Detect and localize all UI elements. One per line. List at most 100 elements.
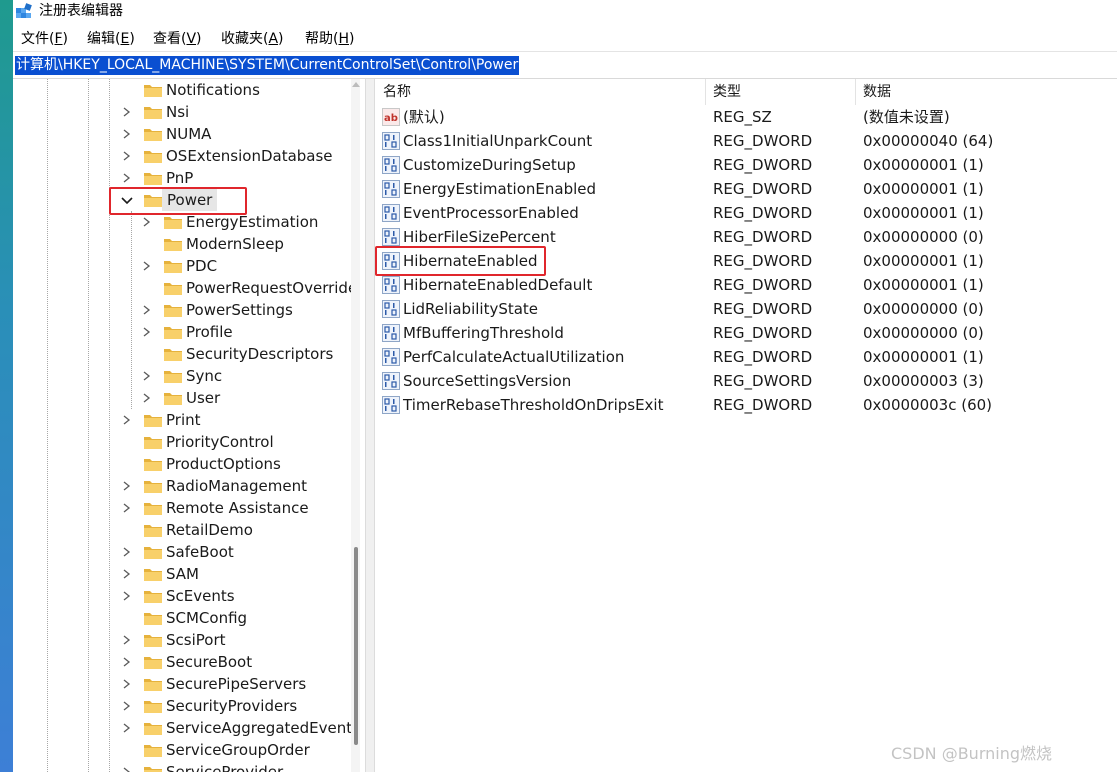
folder-icon xyxy=(143,522,163,538)
chevron-right-icon[interactable] xyxy=(121,588,133,604)
tree-scrollbar[interactable] xyxy=(351,79,360,772)
value-data: 0x00000000 (0) xyxy=(863,228,984,246)
folder-icon xyxy=(163,236,183,252)
chevron-right-icon[interactable] xyxy=(121,676,133,692)
chevron-right-icon[interactable] xyxy=(141,214,153,230)
folder-icon xyxy=(163,258,183,274)
folder-icon xyxy=(143,478,163,494)
tree-node-label: Remote Assistance xyxy=(166,499,309,517)
value-name: MfBufferingThreshold xyxy=(403,324,564,342)
chevron-right-icon[interactable] xyxy=(121,412,133,428)
tree-node-label: SafeBoot xyxy=(166,543,234,561)
menu-favorites-accelerator: A xyxy=(268,31,279,47)
chevron-right-icon[interactable] xyxy=(121,698,133,714)
chevron-right-icon[interactable] xyxy=(141,324,153,340)
value-row[interactable]: HibernateEnabled REG_DWORD 0x00000001 (1) xyxy=(375,246,1117,276)
chevron-right-icon[interactable] xyxy=(121,104,133,120)
tree-node-label: ServiceGroupOrder xyxy=(166,741,310,759)
folder-icon xyxy=(143,170,163,186)
menu-edit-paren: ) xyxy=(129,31,135,47)
address-bar[interactable]: 计算机\HKEY_LOCAL_MACHINE\SYSTEM\CurrentCon… xyxy=(13,51,1117,79)
values-list[interactable]: 名称 类型 数据 ab (默认) REG_SZ (数值未设置) Class1Initia… xyxy=(375,79,1117,772)
key-tree[interactable]: Notifications Nsi NUMA OSExtensionDatabase P… xyxy=(13,79,360,772)
chevron-right-icon[interactable] xyxy=(141,390,153,406)
tree-node-label: ModernSleep xyxy=(186,235,284,253)
chevron-right-icon[interactable] xyxy=(121,764,133,772)
chevron-right-icon[interactable] xyxy=(121,720,133,736)
value-type: REG_DWORD xyxy=(713,276,813,294)
chevron-right-icon[interactable] xyxy=(121,566,133,582)
value-data: 0x00000000 (0) xyxy=(863,300,984,318)
tree-node-label: SecurityDescriptors xyxy=(186,345,334,363)
value-row[interactable]: ab (默认) REG_SZ (数值未设置) xyxy=(375,105,1117,129)
value-row[interactable]: LidReliabilityState REG_DWORD 0x00000000 (… xyxy=(375,297,1117,321)
value-name: HibernateEnabledDefault xyxy=(403,276,593,294)
folder-icon xyxy=(143,720,163,736)
column-header-data[interactable]: 数据 xyxy=(863,79,891,105)
chevron-right-icon[interactable] xyxy=(121,654,133,670)
binary-value-icon xyxy=(382,348,400,366)
folder-icon xyxy=(143,632,163,648)
chevron-right-icon[interactable] xyxy=(121,126,133,142)
chevron-right-icon[interactable] xyxy=(121,478,133,494)
chevron-right-icon[interactable] xyxy=(141,302,153,318)
folder-icon xyxy=(163,368,183,384)
value-name: EventProcessorEnabled xyxy=(403,204,579,222)
value-row[interactable]: Class1InitialUnparkCount REG_DWORD 0x00000… xyxy=(375,129,1117,153)
value-name: TimerRebaseThresholdOnDripsExit xyxy=(403,396,664,414)
column-separator[interactable] xyxy=(705,79,706,105)
folder-icon xyxy=(143,126,163,142)
value-name: (默认) xyxy=(403,108,445,126)
folder-icon xyxy=(163,324,183,340)
scroll-up-arrow-icon[interactable] xyxy=(352,82,360,87)
value-row[interactable]: EnergyEstimationEnabled REG_DWORD 0x000000… xyxy=(375,177,1117,201)
value-row[interactable]: HibernateEnabledDefault REG_DWORD 0x000000… xyxy=(375,273,1117,297)
folder-icon xyxy=(143,412,163,428)
value-name: EnergyEstimationEnabled xyxy=(403,180,597,198)
value-type: REG_DWORD xyxy=(713,396,813,414)
address-path[interactable]: 计算机\HKEY_LOCAL_MACHINE\SYSTEM\CurrentCon… xyxy=(15,56,520,75)
menu-edit[interactable]: 编辑(E) xyxy=(87,30,135,48)
value-type: REG_DWORD xyxy=(713,156,813,174)
value-type: REG_DWORD xyxy=(713,372,813,390)
column-header-type[interactable]: 类型 xyxy=(713,79,741,105)
value-name: SourceSettingsVersion xyxy=(403,372,572,390)
pane-splitter[interactable] xyxy=(365,79,375,772)
folder-icon xyxy=(143,434,163,450)
menu-view[interactable]: 查看(V) xyxy=(153,30,202,48)
value-data: (数值未设置) xyxy=(863,108,950,126)
column-header-name[interactable]: 名称 xyxy=(383,79,411,105)
folder-icon xyxy=(143,456,163,472)
chevron-right-icon[interactable] xyxy=(121,544,133,560)
column-separator[interactable] xyxy=(855,79,856,105)
menu-help[interactable]: 帮助(H) xyxy=(305,30,354,48)
value-row[interactable]: SourceSettingsVersion REG_DWORD 0x00000003… xyxy=(375,369,1117,393)
menu-help-label: 帮助( xyxy=(305,31,339,47)
folder-icon xyxy=(143,610,163,626)
value-data: 0x00000001 (1) xyxy=(863,156,984,174)
chevron-right-icon[interactable] xyxy=(141,368,153,384)
value-row[interactable]: MfBufferingThreshold REG_DWORD 0x00000000 … xyxy=(375,321,1117,345)
chevron-right-icon[interactable] xyxy=(141,258,153,274)
binary-value-icon xyxy=(382,204,400,222)
desktop-edge xyxy=(0,0,13,772)
folder-icon xyxy=(143,654,163,670)
chevron-right-icon[interactable] xyxy=(121,170,133,186)
menu-help-accelerator: H xyxy=(338,31,349,47)
menu-file[interactable]: 文件(F) xyxy=(21,30,68,48)
folder-icon xyxy=(163,390,183,406)
chevron-right-icon[interactable] xyxy=(121,500,133,516)
tree-node-label: Nsi xyxy=(166,103,190,121)
menu-file-label: 文件( xyxy=(21,31,55,47)
value-row[interactable]: TimerRebaseThresholdOnDripsExit REG_DWORD… xyxy=(375,393,1117,417)
value-type: REG_DWORD xyxy=(713,252,813,270)
value-row[interactable]: EventProcessorEnabled REG_DWORD 0x00000001… xyxy=(375,201,1117,225)
menu-favorites[interactable]: 收藏夹(A) xyxy=(221,30,284,48)
value-row[interactable]: CustomizeDuringSetup REG_DWORD 0x00000001 … xyxy=(375,153,1117,177)
chevron-right-icon[interactable] xyxy=(121,148,133,164)
tree-scrollbar-thumb[interactable] xyxy=(354,547,358,745)
binary-value-icon xyxy=(382,276,400,294)
tree-node-label: NUMA xyxy=(166,125,212,143)
value-row[interactable]: PerfCalculateActualUtilization REG_DWORD 0… xyxy=(375,345,1117,369)
chevron-right-icon[interactable] xyxy=(121,632,133,648)
